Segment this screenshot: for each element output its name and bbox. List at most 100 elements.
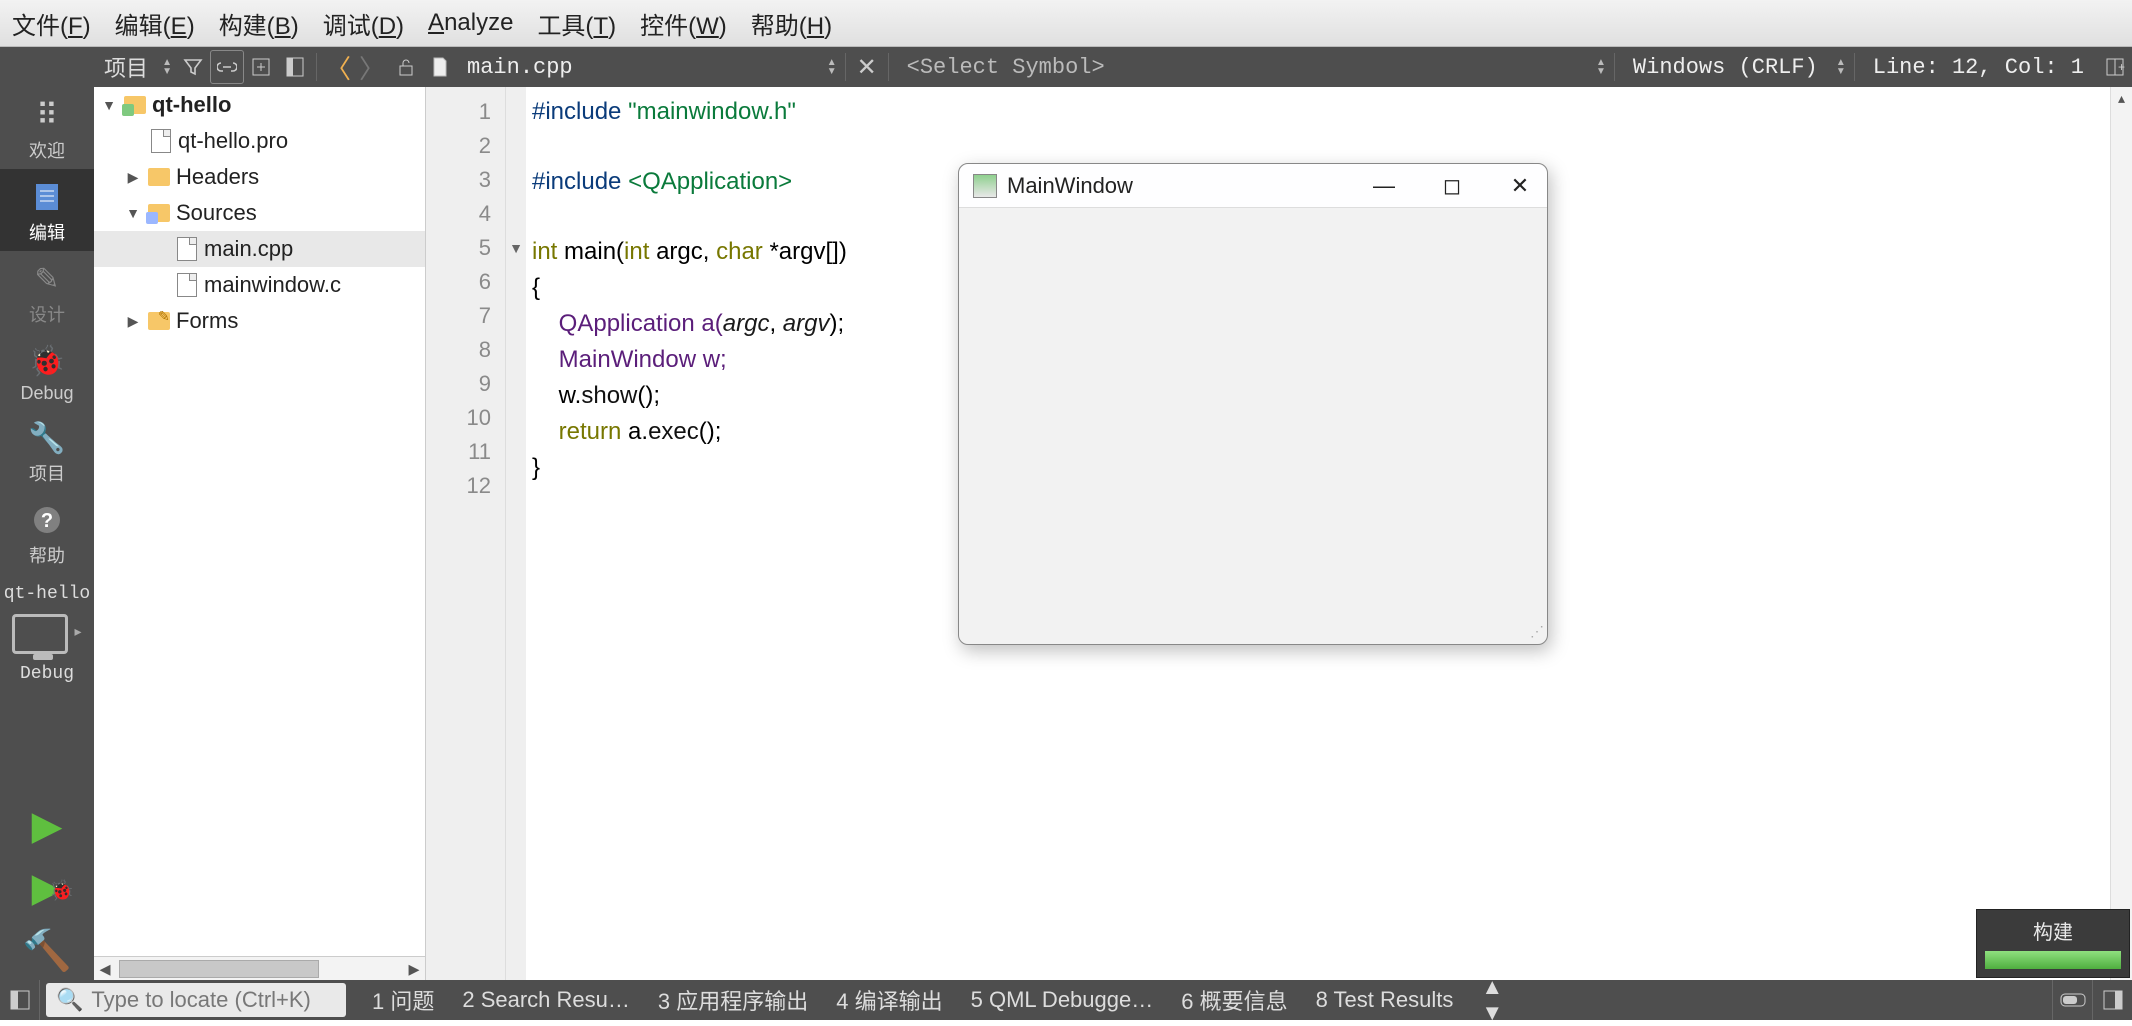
run-debug-button[interactable]: ▶🐞 — [0, 855, 94, 917]
kit-arrow-icon[interactable]: ▸ — [74, 623, 81, 640]
mode-debug[interactable]: 🐞 Debug — [0, 333, 94, 410]
mode-help[interactable]: ? 帮助 — [0, 492, 94, 574]
bug-icon: 🐞 — [29, 343, 65, 379]
tree-item-label: Forms — [176, 308, 238, 334]
close-button[interactable]: ✕ — [1507, 173, 1533, 199]
menu-analyze[interactable]: Analyze — [428, 9, 513, 37]
file-icon — [423, 50, 457, 84]
maximize-button[interactable]: ◻ — [1439, 173, 1465, 199]
split-right-icon[interactable]: + — [2098, 50, 2132, 84]
tree-sources[interactable]: ▼ Sources — [94, 195, 425, 231]
tree-mainwindow-cpp[interactable]: mainwindow.c — [94, 267, 425, 303]
search-icon: 🔍 — [56, 987, 83, 1013]
scroll-left-icon[interactable]: ◂ — [94, 956, 116, 981]
mode-welcome[interactable]: ⠿ 欢迎 — [0, 87, 94, 169]
kit-name[interactable]: qt-hello — [4, 574, 90, 608]
running-mainwindow[interactable]: MainWindow — ◻ ✕ ⋰ — [958, 163, 1548, 645]
tree-item-label: qt-hello.pro — [178, 128, 288, 154]
tree-root[interactable]: ▼ qt-hello — [94, 87, 425, 123]
window-title: MainWindow — [1007, 173, 1133, 199]
nav-back-icon[interactable]: 〈 — [321, 50, 355, 84]
tab-compile-output[interactable]: 4 编译输出 — [836, 984, 942, 1016]
tree-item-label: Sources — [176, 200, 257, 226]
editor-toolbar: 项目 ▲▼ 〈 〉 main.cpp ▲▼ ✕ <Select Symbol> … — [0, 47, 2132, 87]
tree-pro-file[interactable]: qt-hello.pro — [94, 123, 425, 159]
folder-icon — [148, 204, 170, 222]
menu-help[interactable]: 帮助(H) — [751, 6, 832, 41]
hammer-icon: 🔨 — [22, 927, 72, 974]
split-add-icon[interactable] — [244, 50, 278, 84]
activity-bar: ⠿ 欢迎 编辑 ✎ 设计 🐞 Debug 🔧 项目 ? 帮助 qt-hello … — [0, 87, 94, 980]
fold-column[interactable]: ▼ — [506, 87, 526, 980]
svg-text:?: ? — [41, 510, 53, 532]
tree-forms[interactable]: ▶ Forms — [94, 303, 425, 339]
tab-search-results[interactable]: 2 Search Resu… — [462, 987, 630, 1013]
main-area: ⠿ 欢迎 编辑 ✎ 设计 🐞 Debug 🔧 项目 ? 帮助 qt-hello … — [0, 87, 2132, 980]
toggle-left-sidebar-icon[interactable] — [0, 980, 40, 1020]
link-icon[interactable] — [210, 50, 244, 84]
filter-icon[interactable] — [176, 50, 210, 84]
tab-qml-debugger[interactable]: 5 QML Debugge… — [971, 987, 1154, 1013]
open-file-name[interactable]: main.cpp — [457, 55, 583, 80]
mode-projects[interactable]: 🔧 项目 — [0, 410, 94, 492]
cpp-file-icon — [177, 273, 197, 297]
run-button[interactable]: ▶ — [0, 793, 94, 855]
menu-build[interactable]: 构建(B) — [219, 6, 299, 41]
document-icon — [29, 179, 65, 215]
resize-grip-icon[interactable]: ⋰ — [1530, 623, 1541, 640]
project-folder-icon — [124, 96, 146, 114]
symbol-updown-icon[interactable]: ▲▼ — [1592, 58, 1610, 76]
tree-headers[interactable]: ▶ Headers — [94, 159, 425, 195]
mode-design[interactable]: ✎ 设计 — [0, 251, 94, 333]
tabs-updown-icon[interactable]: ▲▼ — [1481, 974, 1503, 1026]
chevron-down-icon[interactable]: ▼ — [124, 205, 142, 221]
tab-test-results[interactable]: 8 Test Results — [1316, 987, 1454, 1013]
file-updown-icon[interactable]: ▲▼ — [823, 58, 841, 76]
menu-tools[interactable]: 工具(T) — [537, 6, 616, 41]
toast-title: 构建 — [1985, 916, 2121, 945]
play-icon: ▶ — [32, 803, 63, 849]
menu-widgets[interactable]: 控件(W) — [640, 6, 727, 41]
locator-input[interactable]: 🔍 Type to locate (Ctrl+K) — [46, 983, 346, 1017]
folder-icon — [148, 312, 170, 330]
tree-root-label: qt-hello — [152, 92, 231, 118]
scroll-thumb[interactable] — [119, 960, 319, 978]
project-switch-label[interactable]: 项目 — [94, 51, 158, 83]
fold-toggle-icon[interactable]: ▼ — [506, 231, 526, 265]
monitor-icon[interactable] — [12, 614, 68, 654]
mode-edit[interactable]: 编辑 — [0, 169, 94, 251]
build-button[interactable]: 🔨 — [0, 917, 94, 980]
editor-vscrollbar[interactable]: ▴ — [2110, 87, 2132, 980]
chevron-down-icon[interactable]: ▼ — [100, 97, 118, 113]
menubar: 文件(F) 编辑(E) 构建(B) 调试(D) Analyze 工具(T) 控件… — [0, 0, 2132, 47]
pencil-icon: ✎ — [29, 261, 65, 297]
minimize-button[interactable]: — — [1371, 173, 1397, 199]
encoding-label[interactable]: Windows (CRLF) — [1619, 55, 1832, 80]
project-switch-updown-icon[interactable]: ▲▼ — [158, 58, 176, 76]
chevron-right-icon[interactable]: ▶ — [124, 169, 142, 186]
menu-file[interactable]: 文件(F) — [12, 6, 91, 41]
tab-issues[interactable]: 1 问题 — [372, 984, 434, 1016]
tree-item-label: mainwindow.c — [204, 272, 341, 298]
sidebar-collapse-icon[interactable] — [278, 50, 312, 84]
window-titlebar[interactable]: MainWindow — ◻ ✕ — [959, 164, 1547, 208]
symbol-select[interactable]: <Select Symbol> — [893, 55, 1592, 80]
menu-edit[interactable]: 编辑(E) — [115, 6, 195, 41]
toggle-right-sidebar-icon[interactable] — [2092, 980, 2132, 1020]
lock-icon[interactable] — [389, 50, 423, 84]
tab-app-output[interactable]: 3 应用程序输出 — [658, 984, 808, 1016]
close-file-icon[interactable]: ✕ — [850, 50, 884, 84]
encoding-updown-icon[interactable]: ▲▼ — [1832, 58, 1850, 76]
chevron-right-icon[interactable]: ▶ — [124, 313, 142, 330]
scroll-up-icon[interactable]: ▴ — [2111, 87, 2132, 109]
progress-button[interactable] — [2052, 980, 2092, 1020]
build-progress-toast[interactable]: 构建 — [1976, 909, 2130, 978]
progress-bar — [1985, 951, 2121, 969]
nav-fwd-icon[interactable]: 〉 — [355, 50, 389, 84]
tree-main-cpp[interactable]: main.cpp — [94, 231, 425, 267]
menu-debug[interactable]: 调试(D) — [323, 6, 404, 41]
pro-file-icon — [151, 129, 171, 153]
code-editor[interactable]: 123456789101112 ▼ #include "mainwindow.h… — [426, 87, 2132, 980]
tab-general-msgs[interactable]: 6 概要信息 — [1181, 984, 1287, 1016]
cursor-position[interactable]: Line: 12, Col: 1 — [1859, 55, 2098, 80]
